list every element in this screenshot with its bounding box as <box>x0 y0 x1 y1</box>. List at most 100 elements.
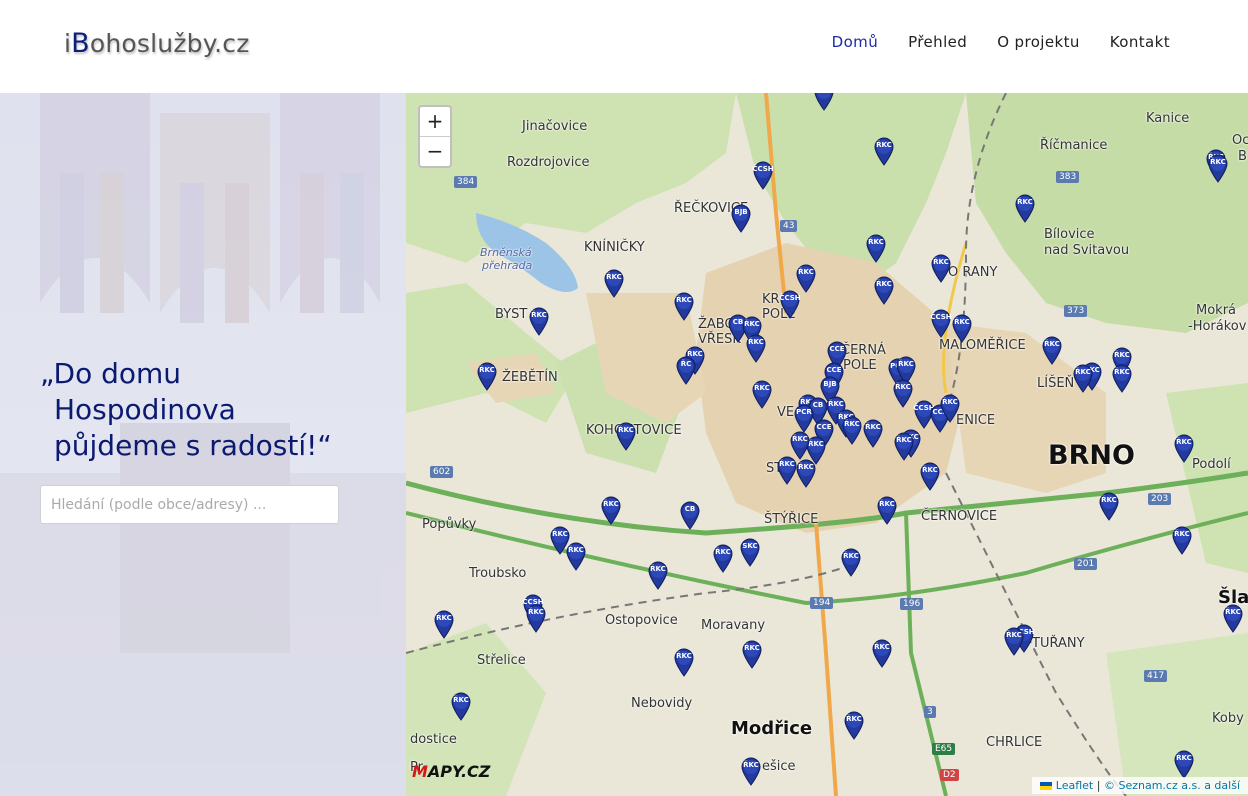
map-marker-pin[interactable]: ŘKC <box>795 458 817 488</box>
map-marker-pin[interactable]: ŘKC <box>1173 433 1195 463</box>
map-marker-pin[interactable]: ŘKC <box>1072 363 1094 393</box>
map-marker-pin[interactable]: ŘKC <box>450 691 472 721</box>
map-marker-label: ŘKC <box>895 383 911 391</box>
map-marker-label: ŘKC <box>798 268 814 276</box>
map-marker-label: ŘKC <box>942 398 958 406</box>
map-marker-label: PCR <box>796 408 812 416</box>
map-marker-pin[interactable]: ŘKC <box>1014 193 1036 223</box>
map-marker-pin[interactable]: ŘKC <box>930 253 952 283</box>
seznam-link[interactable]: © Seznam.cz a.s. a další <box>1104 779 1240 792</box>
map-marker-pin[interactable]: ŘKC <box>1111 363 1133 393</box>
map-marker-pin[interactable]: ŘKC <box>673 291 695 321</box>
place-label: Moravany <box>701 618 766 633</box>
mapy-cz-logo[interactable]: MAPY.CZ <box>412 762 490 781</box>
map-marker-pin[interactable]: ŘKC <box>939 393 961 423</box>
map-marker-pin[interactable]: ŘKC <box>615 421 637 451</box>
map-marker-pin[interactable]: PCR <box>793 403 815 433</box>
road-shield: 201 <box>1074 558 1098 570</box>
map-marker-pin[interactable]: ČCSH <box>779 289 801 319</box>
map-marker-pin[interactable]: ŘKC <box>1207 153 1229 183</box>
map-marker-label: ŘKC <box>1210 158 1226 166</box>
map-marker-label: ŘKC <box>552 530 568 538</box>
map-marker-label: ŘKC <box>846 715 862 723</box>
map-marker-pin[interactable]: ŘKC <box>476 361 498 391</box>
map-marker-pin[interactable]: ŘKC <box>1222 603 1244 633</box>
place-label: BYST <box>495 307 528 322</box>
map-pin-icon <box>814 93 834 111</box>
map-marker-pin[interactable]: ŘKC <box>865 233 887 263</box>
place-label: KNÍNIČKY <box>584 240 645 255</box>
map-marker-pin[interactable]: ŘKC <box>893 431 915 461</box>
map-marker-pin[interactable]: ŘKC <box>840 547 862 577</box>
map-marker-pin[interactable]: ŘKC <box>892 378 914 408</box>
map-marker-pin[interactable]: ŘKC <box>603 268 625 298</box>
map-marker-label: ŘKC <box>874 643 890 651</box>
nav-item-overview[interactable]: Přehled <box>908 33 967 51</box>
map-marker-pin[interactable]: ŘKC <box>876 495 898 525</box>
brand-logo-link[interactable]: iBohoslužby.cz <box>64 28 250 59</box>
map-marker-pin[interactable]: ŘKC <box>1003 626 1025 656</box>
map-marker-label: ŘKC <box>1174 530 1190 538</box>
map-marker-pin[interactable]: ČCSH <box>752 160 774 190</box>
map-marker-pin[interactable]: ŘC <box>675 355 697 385</box>
nav-item-home[interactable]: Domů <box>832 33 878 51</box>
map-marker-pin[interactable]: ŘKC <box>647 560 669 590</box>
zoom-out-button[interactable]: − <box>420 136 450 166</box>
road-shield: 602 <box>430 466 454 478</box>
map-marker-pin[interactable]: ŘKC <box>712 543 734 573</box>
map-marker-label: ŘKC <box>1176 754 1192 762</box>
map-marker-pin[interactable]: ŘKC <box>841 415 863 445</box>
map-marker-pin[interactable]: ŘKC <box>873 275 895 305</box>
nav-item-contact[interactable]: Kontakt <box>1110 33 1170 51</box>
leaflet-link[interactable]: Leaflet <box>1056 779 1093 792</box>
mapy-logo-text: APY.CZ <box>427 762 491 781</box>
place-label: ŠTÝŘICE <box>764 512 819 527</box>
map-view[interactable]: + − 384 43 383 373 602 203 201 194 196 4… <box>406 93 1248 796</box>
map-marker-label: CCE <box>826 366 842 374</box>
place-label: Rozdrojovice <box>507 155 590 170</box>
map-marker-pin[interactable]: ŘKC <box>919 461 941 491</box>
map-marker-pin[interactable]: ŘKC <box>565 541 587 571</box>
place-label: -Horákov <box>1188 319 1247 334</box>
map-marker-pin[interactable]: ŘKC <box>871 638 893 668</box>
nav-item-about[interactable]: O projektu <box>997 33 1080 51</box>
hero-panel: „Do domu Hospodinova půjdeme s radostí!“ <box>0 93 406 796</box>
map-marker-pin[interactable]: ŘKC <box>1171 525 1193 555</box>
map-marker-pin[interactable]: ŘKC <box>813 93 835 111</box>
map-marker-pin[interactable]: ŘKC <box>1098 491 1120 521</box>
place-label: ŽEBĚTÍN <box>502 370 558 385</box>
map-marker-pin[interactable]: ŘKC <box>1041 335 1063 365</box>
map-marker-pin[interactable]: CB <box>679 500 701 530</box>
place-label: ešice <box>762 759 796 774</box>
map-marker-pin[interactable]: ŘKC <box>433 609 455 639</box>
search-input[interactable] <box>40 485 339 524</box>
map-marker-label: ŘKC <box>606 273 622 281</box>
map-marker-pin[interactable]: ŘKC <box>862 418 884 448</box>
place-label: Oc <box>1232 133 1248 148</box>
map-marker-label: ŘKC <box>798 463 814 471</box>
place-label: Říčmanice <box>1040 138 1108 153</box>
map-marker-label: ŘKC <box>896 436 912 444</box>
map-marker-label: ŘKC <box>436 614 452 622</box>
map-marker-pin[interactable]: ČCSH <box>930 308 952 338</box>
map-marker-pin[interactable]: ŘKC <box>1173 749 1195 779</box>
road-shield: 43 <box>780 220 798 232</box>
map-marker-pin[interactable]: ŘKC <box>741 639 763 669</box>
map-marker-pin[interactable]: ŘKC <box>528 306 550 336</box>
map-marker-pin[interactable]: ŘKC <box>843 710 865 740</box>
map-marker-label: ŘKC <box>1225 608 1241 616</box>
map-marker-pin[interactable]: ŘKC <box>673 647 695 677</box>
map-marker-pin[interactable]: SKC <box>739 537 761 567</box>
map-marker-pin[interactable]: ŘKC <box>525 603 547 633</box>
map-marker-pin[interactable]: ŘKC <box>745 333 767 363</box>
map-marker-pin[interactable]: ŘKC <box>751 379 773 409</box>
map-marker-pin[interactable]: ŘKC <box>600 495 622 525</box>
map-marker-label: CCE <box>829 345 845 353</box>
place-label: VE <box>777 405 795 420</box>
zoom-in-button[interactable]: + <box>420 107 450 136</box>
map-marker-label: ŘKC <box>933 258 949 266</box>
map-marker-pin[interactable]: ŘKC <box>951 313 973 343</box>
map-marker-pin[interactable]: ŘKC <box>740 756 762 786</box>
map-marker-pin[interactable]: ŘKC <box>873 136 895 166</box>
map-marker-pin[interactable]: BJB <box>730 203 752 233</box>
